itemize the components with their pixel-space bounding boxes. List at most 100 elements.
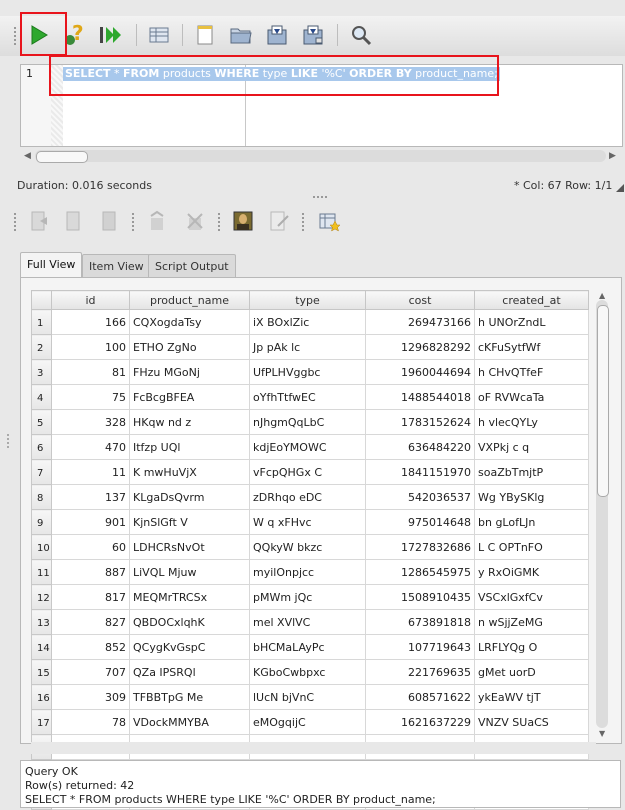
column-header-created-at[interactable]: created_at: [474, 290, 589, 310]
tab-item-view[interactable]: Item View: [82, 254, 151, 279]
splitter-handle-bottom[interactable]: [313, 750, 327, 755]
cell-cost[interactable]: 975014648: [365, 509, 475, 535]
column-header-id[interactable]: id: [51, 290, 130, 310]
cell-cost[interactable]: 1841151970: [365, 459, 475, 485]
cell-created-at[interactable]: y RxOiGMK: [474, 559, 589, 585]
cell-product-name[interactable]: Itfzp UQl: [129, 434, 250, 460]
cell-cost[interactable]: 107719643: [365, 634, 475, 660]
cell-cost[interactable]: 636484220: [365, 434, 475, 460]
cell-cost[interactable]: 1488544018: [365, 384, 475, 410]
new-button[interactable]: [190, 20, 220, 50]
row-number[interactable]: 4: [31, 384, 52, 410]
row-number[interactable]: 9: [31, 509, 52, 535]
row-number[interactable]: 18: [31, 734, 52, 760]
table-options-button[interactable]: [314, 206, 344, 236]
scroll-down-arrow[interactable]: ▼: [599, 729, 605, 738]
insert-row-button[interactable]: [24, 206, 54, 236]
cell-cost[interactable]: 1727832686: [365, 534, 475, 560]
cell-cost[interactable]: 1296828292: [365, 334, 475, 360]
cell-type[interactable]: UfPLHVggbc: [249, 359, 366, 385]
cell-cost[interactable]: 542036537: [365, 484, 475, 510]
cell-product-name[interactable]: KjnSlGft V: [129, 509, 250, 535]
cell-cost[interactable]: 1621637229: [365, 709, 475, 735]
results-toolbar-grip-3[interactable]: [218, 213, 224, 231]
cell-created-at[interactable]: ykEaWV tjT: [474, 684, 589, 710]
cell-product-name[interactable]: HKqw nd z: [129, 409, 250, 435]
cell-created-at[interactable]: ujslSOCHI: [474, 734, 589, 760]
table-row[interactable]: 7 11 K mwHuVjX vFcpQHGx C 1841151970 soaZbTmj…: [31, 459, 589, 485]
cell-product-name[interactable]: LDHCRsNvOt: [129, 534, 250, 560]
cell-id[interactable]: 827: [51, 609, 130, 635]
cell-type[interactable]: vFcpQHGx C: [249, 459, 366, 485]
cell-id[interactable]: 901: [51, 509, 130, 535]
delete-row-button[interactable]: [94, 206, 124, 236]
cell-type[interactable]: nJhgmQqLbC: [249, 409, 366, 435]
cell-id[interactable]: 81: [51, 359, 130, 385]
duplicate-row-button[interactable]: [58, 206, 88, 236]
cell-cost[interactable]: 1286545975: [365, 559, 475, 585]
row-number[interactable]: 6: [31, 434, 52, 460]
table-row[interactable]: 1 166 CQXogdaTsy iX BOxlZic 269473166 h UNOrZ…: [31, 309, 589, 335]
cell-created-at[interactable]: VNZV SUaCS: [474, 709, 589, 735]
cell-created-at[interactable]: Wg YBySKlg: [474, 484, 589, 510]
table-row[interactable]: 4 75 FcBcgBFEA oYfhTtfwEC 1488544018 oF RVWca…: [31, 384, 589, 410]
cell-created-at[interactable]: cKFuSytfWf: [474, 334, 589, 360]
cell-product-name[interactable]: K mwHuVjX: [129, 459, 250, 485]
cell-id[interactable]: 470: [51, 434, 130, 460]
cell-type[interactable]: Jp pAk lc: [249, 334, 366, 360]
find-button[interactable]: [346, 20, 376, 50]
cell-type[interactable]: rRjLffxwZc: [249, 734, 366, 760]
table-row[interactable]: 17 78 VDockMMYBA eMOgqijC 1621637229 VNZV SUa…: [31, 709, 589, 735]
cell-id[interactable]: 817: [51, 584, 130, 610]
row-number[interactable]: 1: [31, 309, 52, 335]
results-toolbar-grip-4[interactable]: [302, 213, 308, 231]
cell-cost[interactable]: 608571622: [365, 684, 475, 710]
cell-type[interactable]: QQkyW bkzc: [249, 534, 366, 560]
save-button[interactable]: [262, 20, 292, 50]
table-row[interactable]: 12 817 MEQMrTRCSx pMWm jQc 1508910435 VSCxlGx…: [31, 584, 589, 610]
cell-product-name[interactable]: CQXogdaTsy: [129, 309, 250, 335]
open-button[interactable]: [226, 20, 256, 50]
results-toolbar-grip[interactable]: [14, 213, 20, 231]
cell-product-name[interactable]: ViSfJMM C: [129, 734, 250, 760]
cell-id[interactable]: 100: [51, 334, 130, 360]
column-header-product-name[interactable]: product_name: [129, 290, 250, 310]
cell-id[interactable]: 166: [51, 309, 130, 335]
cell-type[interactable]: oYfhTtfwEC: [249, 384, 366, 410]
row-number[interactable]: 10: [31, 534, 52, 560]
table-row[interactable]: 18 1 ViSfJMM CrRjLffxwZc 2072916413 ujslSOCH…: [31, 734, 589, 760]
cell-created-at[interactable]: gMet uorD: [474, 659, 589, 685]
row-number-header[interactable]: [31, 290, 52, 310]
row-number[interactable]: 11: [31, 559, 52, 585]
editor-horizontal-scrollbar[interactable]: [35, 150, 606, 162]
cell-type[interactable]: zDRhqo eDC: [249, 484, 366, 510]
cell-cost[interactable]: 673891818: [365, 609, 475, 635]
cell-created-at[interactable]: h UNOrZndL: [474, 309, 589, 335]
cell-created-at[interactable]: n wSjjZeMG: [474, 609, 589, 635]
row-number[interactable]: 8: [31, 484, 52, 510]
cell-type[interactable]: mel XVlVC: [249, 609, 366, 635]
cell-type[interactable]: myilOnpjcc: [249, 559, 366, 585]
table-row[interactable]: 13 827 QBDOCxlqhK mel XVlVC 673891818 n wSjjZ…: [31, 609, 589, 635]
table-row[interactable]: 14 852 QCygKvGspC bHCMaLAyPc 107719643 LRFLYQ…: [31, 634, 589, 660]
cell-id[interactable]: 852: [51, 634, 130, 660]
cell-id[interactable]: 707: [51, 659, 130, 685]
cell-type[interactable]: eMOgqijC: [249, 709, 366, 735]
cell-cost[interactable]: 221769635: [365, 659, 475, 685]
table-row[interactable]: 15 707 QZa IPSRQl KGboCwbpxc 221769635 gMet u…: [31, 659, 589, 685]
cell-created-at[interactable]: VXPkj c q: [474, 434, 589, 460]
cell-id[interactable]: 60: [51, 534, 130, 560]
cell-type[interactable]: kdjEoYMOWC: [249, 434, 366, 460]
cell-product-name[interactable]: MEQMrTRCSx: [129, 584, 250, 610]
editor-scroll-thumb[interactable]: [36, 151, 88, 163]
image-viewer-button[interactable]: [228, 206, 258, 236]
cell-created-at[interactable]: h CHvQTfeF: [474, 359, 589, 385]
execute-script-button[interactable]: [96, 20, 126, 50]
cell-cost[interactable]: 1960044694: [365, 359, 475, 385]
cell-id[interactable]: 137: [51, 484, 130, 510]
cell-id[interactable]: 328: [51, 409, 130, 435]
column-header-cost[interactable]: cost: [365, 290, 475, 310]
table-row[interactable]: 11 887 LiVQL Mjuw myilOnpjcc 1286545975 y RxO…: [31, 559, 589, 585]
scroll-left-arrow[interactable]: ◀: [24, 151, 31, 161]
column-header-type[interactable]: type: [249, 290, 366, 310]
